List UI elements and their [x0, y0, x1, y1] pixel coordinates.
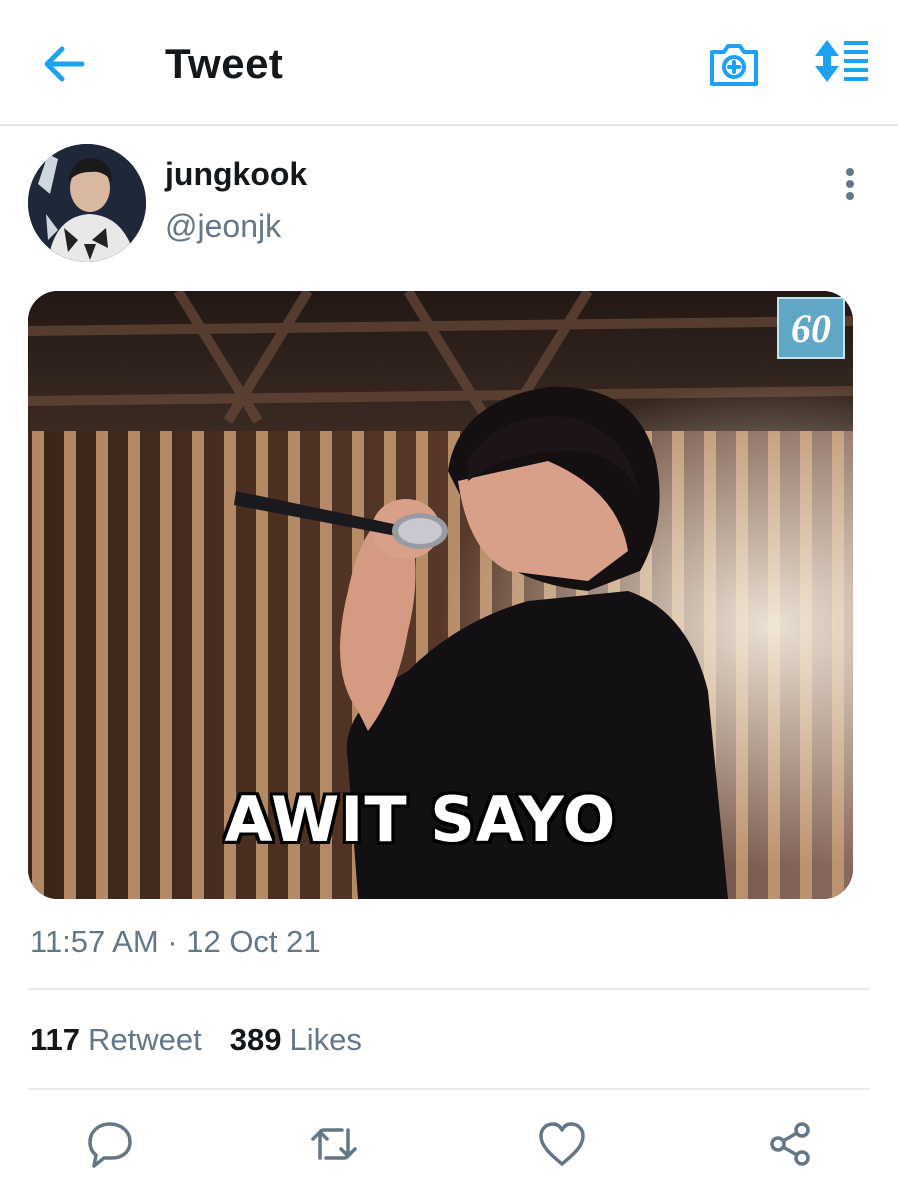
page-title: Tweet	[165, 40, 284, 87]
avatar-image	[28, 144, 146, 262]
tweet-timestamp: 11:57 AM · 12 Oct 21	[30, 924, 321, 959]
retweet-button[interactable]	[308, 1118, 360, 1170]
retweet-icon	[311, 1128, 357, 1160]
share-icon	[770, 1122, 810, 1166]
tweet-stats: 117 Retweet 389 Likes	[30, 1022, 362, 1058]
like-label[interactable]: Likes	[289, 1022, 361, 1057]
camera-button[interactable]	[706, 38, 762, 90]
like-count[interactable]: 389	[230, 1022, 282, 1057]
tweet-media[interactable]: 60 AWIT SAYO	[28, 291, 853, 899]
retweet-label[interactable]: Retweet	[88, 1022, 202, 1057]
share-button[interactable]	[764, 1118, 816, 1170]
back-button[interactable]	[40, 40, 88, 88]
divider	[28, 1088, 870, 1090]
channel-logo: 60	[777, 297, 845, 359]
top-bar: Tweet	[0, 0, 898, 126]
sort-icon	[815, 40, 868, 82]
media-caption: AWIT SAYO	[224, 783, 617, 856]
author-name[interactable]: jungkook	[165, 156, 307, 193]
camera-icon	[710, 44, 758, 86]
author-handle[interactable]: @jeonjk	[165, 208, 281, 245]
more-options-button[interactable]	[834, 164, 866, 204]
sort-button[interactable]	[812, 38, 874, 84]
like-button[interactable]	[536, 1118, 588, 1170]
retweet-count[interactable]: 117	[30, 1022, 80, 1057]
avatar[interactable]	[28, 144, 146, 262]
reply-icon	[88, 1122, 132, 1168]
back-arrow-icon	[44, 46, 85, 82]
divider	[28, 988, 870, 990]
like-icon	[539, 1122, 585, 1166]
more-vertical-icon	[846, 168, 854, 200]
reply-button[interactable]	[84, 1118, 136, 1170]
